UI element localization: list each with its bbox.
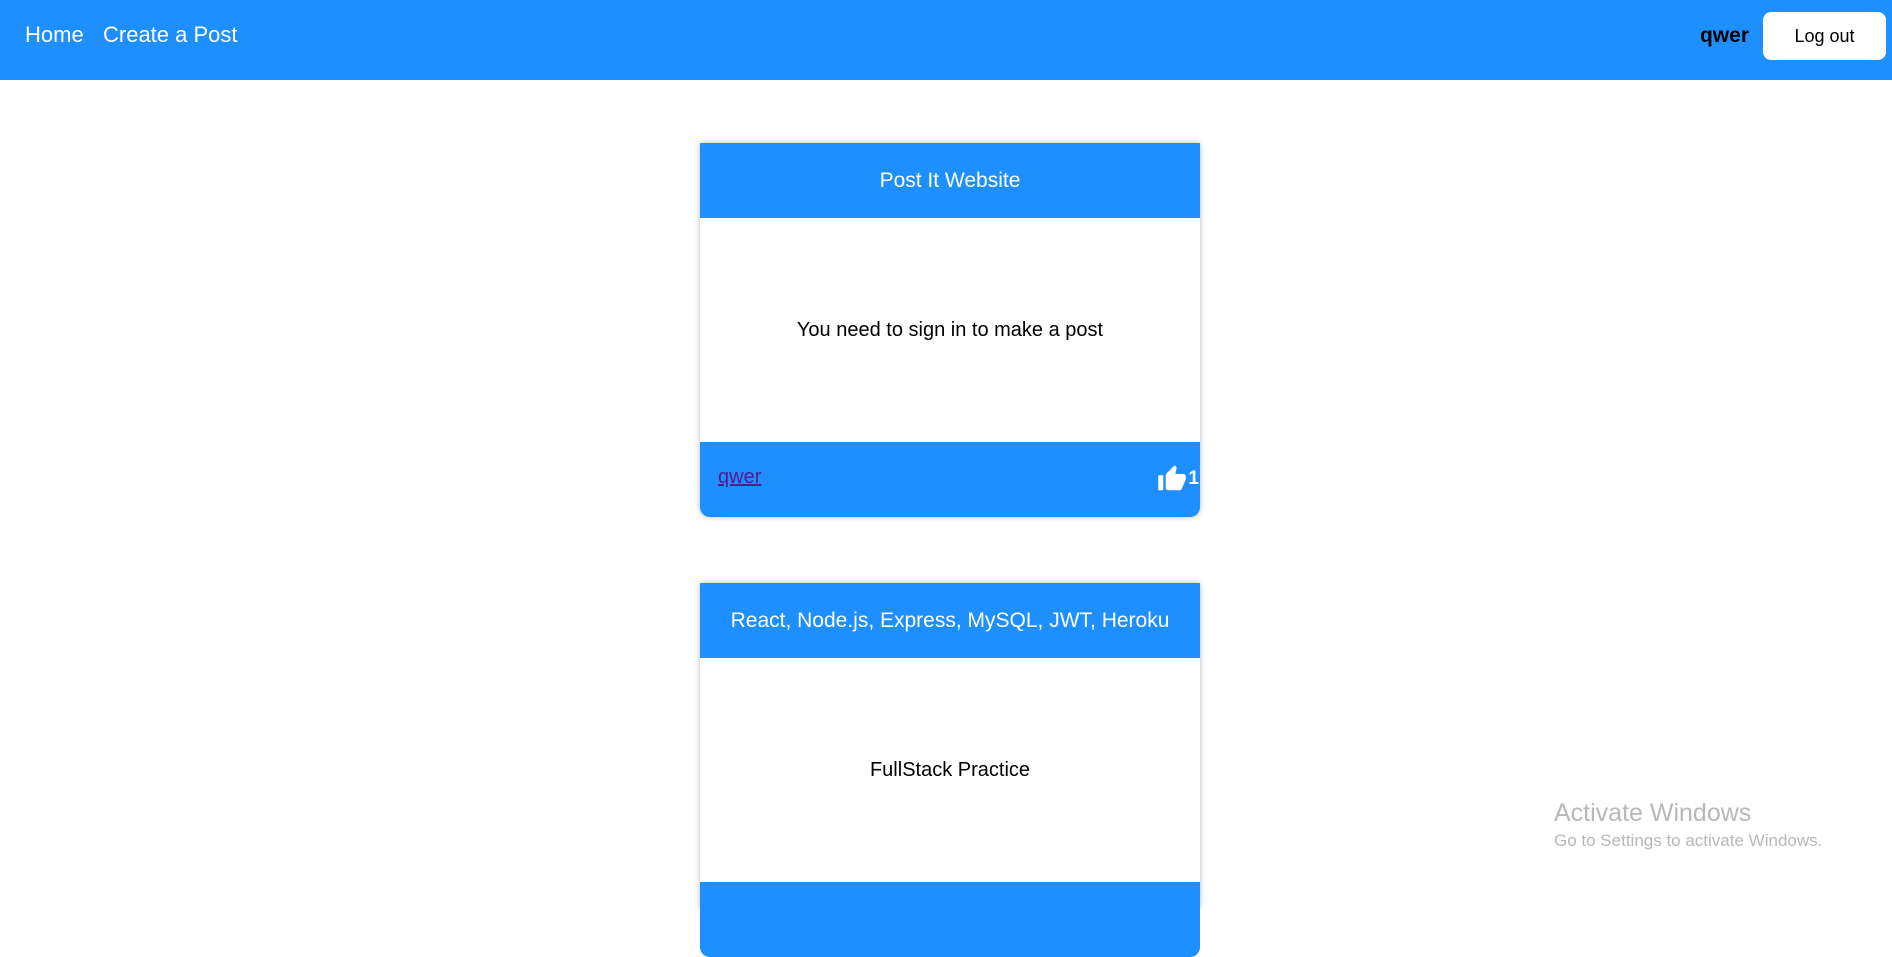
post-title: React, Node.js, Express, MySQL, JWT, Her… xyxy=(700,583,1200,658)
post-card: Post It Website You need to sign in to m… xyxy=(700,143,1200,517)
like-control: 1 xyxy=(1157,464,1200,494)
post-footer xyxy=(700,882,1200,957)
nav-link-create-post[interactable]: Create a Post xyxy=(103,22,238,48)
watermark-title: Activate Windows xyxy=(1554,799,1752,827)
nav-link-home[interactable]: Home xyxy=(25,22,84,48)
post-footer: qwer 1 xyxy=(700,442,1200,517)
thumbs-up-icon[interactable] xyxy=(1157,464,1187,494)
post-title: Post It Website xyxy=(700,143,1200,218)
post-body[interactable]: FullStack Practice xyxy=(700,658,1200,882)
post-author-link[interactable]: qwer xyxy=(718,466,761,489)
watermark-subtitle: Go to Settings to activate Windows. xyxy=(1554,831,1823,850)
post-body-text: You need to sign in to make a post xyxy=(796,318,1104,341)
post-body-text: FullStack Practice xyxy=(869,758,1031,781)
post-card: React, Node.js, Express, MySQL, JWT, Her… xyxy=(700,583,1200,957)
windows-activation-watermark: Activate Windows Go to Settings to activ… xyxy=(1554,798,1822,852)
post-body[interactable]: You need to sign in to make a post xyxy=(700,218,1200,442)
top-navbar: Home Create a Post qwer Log out xyxy=(0,0,1892,80)
current-username: qwer xyxy=(1699,24,1749,47)
logout-button[interactable]: Log out xyxy=(1763,12,1886,60)
like-count: 1 xyxy=(1188,468,1199,489)
